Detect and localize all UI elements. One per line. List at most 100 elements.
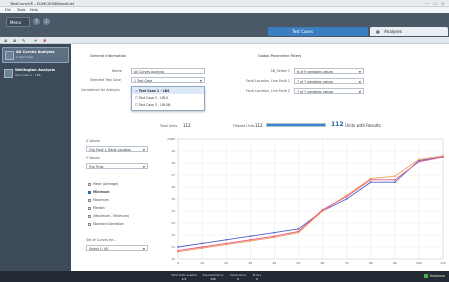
x-tick-label: 0 xyxy=(177,261,179,265)
chevron-down-icon: ▼ xyxy=(358,89,361,94)
status-total-units: Total Units Loaded 1/1 xyxy=(171,272,197,281)
toolbar: ≣ ≣ ✎ + ✖ xyxy=(0,37,449,44)
data-point xyxy=(273,235,276,238)
x-tick-label: 100 xyxy=(416,261,422,265)
add-icon[interactable]: + xyxy=(34,38,37,43)
sidebar-item-title: All Curves Analysis xyxy=(16,50,55,54)
y-values-select[interactable]: Trip Time ▼ xyxy=(86,163,148,169)
filter-select[interactable]: 7 of 7 variables values ▼ xyxy=(294,88,364,94)
data-point xyxy=(393,178,396,181)
x-tick-label: 110 xyxy=(440,261,446,265)
test-case-select[interactable]: 1 Test Case ▼ xyxy=(131,77,205,83)
stat-label: Standard Deviation xyxy=(93,222,124,226)
window-title: TestCrunch® - D:\MCSOM\Result.tsf xyxy=(10,1,75,6)
filter-select[interactable]: 6 of 9 variables values ▼ xyxy=(294,68,364,74)
tab-test-cases-label: Test Cases xyxy=(292,29,314,34)
data-point xyxy=(249,235,252,238)
stat-label: Median xyxy=(93,206,105,210)
data-point xyxy=(297,230,300,233)
data-point xyxy=(418,158,420,161)
stat-checkbox[interactable]: Maximum xyxy=(88,198,109,202)
data-point xyxy=(345,198,348,200)
status-ok-icon xyxy=(423,274,428,278)
menu-file[interactable]: File xyxy=(5,8,11,12)
x-values-select[interactable]: Clip Fault 1 (Fault Location ▼ xyxy=(86,146,148,152)
sidebar-item-title: Wellington Analysis xyxy=(15,68,55,72)
dropdown-option[interactable]: ✔ Test Case 1 - LBS xyxy=(132,87,204,94)
checkbox-icon xyxy=(88,206,91,210)
y-tick-label: 10 xyxy=(171,257,175,261)
x-tick-label: 80 xyxy=(369,261,373,265)
general-heading: General Information xyxy=(90,54,127,58)
filter-label: SB_Select 1 xyxy=(270,69,290,73)
data-point xyxy=(297,228,300,230)
filter-label: Fault Location, Line Fault 2 xyxy=(246,89,290,93)
test-case-label: Selected Test Case xyxy=(90,78,121,82)
status-errors: Errors 0 xyxy=(252,272,262,281)
list-alt-icon[interactable]: ≣ xyxy=(13,38,16,43)
sidebar: All Curves Analysis 1 Test Case Wellingt… xyxy=(0,44,71,271)
x-tick-label: 50 xyxy=(297,261,301,265)
menu-button[interactable]: Menu xyxy=(6,17,30,27)
chart-tab-icon: ▦ xyxy=(376,29,380,34)
filtered-units-label: Filtered Units xyxy=(233,124,255,128)
dropdown-option[interactable]: ☐ Test Case 2 - LRLS xyxy=(132,94,204,101)
stat-checkbox[interactable]: (Maximum - Minimum) xyxy=(88,214,129,218)
test-case-dropdown: ✔ Test Case 1 - LBS ☐ Test Case 2 - LRLS… xyxy=(131,86,205,111)
y-tick-label: 18 xyxy=(171,161,175,165)
analysis-icon xyxy=(5,51,14,60)
menu-help[interactable]: Help xyxy=(30,8,38,12)
x-values-label: X Values xyxy=(86,139,101,143)
data-point xyxy=(442,156,444,158)
results-count: 112 xyxy=(331,121,344,128)
delete-icon[interactable]: ✖ xyxy=(43,38,46,43)
data-point xyxy=(393,175,396,178)
filter-select[interactable]: 7 of 7 variables values ▼ xyxy=(294,78,364,84)
list-icon[interactable]: ≣ xyxy=(4,38,7,43)
chevron-down-icon: ▼ xyxy=(358,79,361,84)
name-input[interactable]: All Curves Analysis xyxy=(131,68,205,74)
data-point xyxy=(249,238,252,241)
y-tick-label: 12 xyxy=(171,233,175,237)
data-point xyxy=(369,181,372,184)
stat-checkbox[interactable]: Mean (Average) xyxy=(88,182,118,186)
progress-fill xyxy=(267,124,325,126)
checkbox-icon xyxy=(88,198,91,202)
stat-checkbox[interactable]: Standard Deviation xyxy=(88,222,124,226)
stat-checkbox[interactable]: Minimum xyxy=(88,190,110,194)
sidebar-item-wellington[interactable]: Wellington Analysis Test Case 1 - LBS xyxy=(2,66,69,82)
sidebar-item-all-curves[interactable]: All Curves Analysis 1 Test Case xyxy=(2,47,69,63)
edit-icon[interactable]: ✎ xyxy=(22,38,25,43)
set-of-curves-label: Set of Curves for... xyxy=(86,238,117,242)
stat-label: Minimum xyxy=(93,190,110,194)
set-of-curves-select[interactable]: Select 1: (8) ▼ xyxy=(86,245,148,251)
data-point xyxy=(418,160,420,163)
info-icon[interactable]: i xyxy=(43,18,50,25)
tab-test-cases[interactable]: Test Cases xyxy=(268,27,368,36)
y-tick-label: 19 xyxy=(171,149,175,153)
data-point xyxy=(369,178,372,181)
stat-label: Maximum xyxy=(93,198,109,202)
stat-label: (Maximum - Minimum) xyxy=(93,214,130,218)
considered-label: Considered for Analysis xyxy=(81,88,120,92)
hardware-status[interactable]: Hardware xyxy=(423,274,445,278)
filters-heading: Global Parameter Filters xyxy=(258,54,302,58)
y-tick-label: 15 xyxy=(171,197,175,201)
stat-label: Mean (Average) xyxy=(93,182,119,186)
data-point xyxy=(177,246,179,248)
menu-tools[interactable]: Tools xyxy=(17,8,25,12)
window-controls[interactable]: — ☐ ✕ xyxy=(425,1,446,6)
results-text: Units with Results xyxy=(345,123,381,128)
data-point xyxy=(225,238,228,241)
stat-checkbox[interactable]: Median xyxy=(88,206,105,210)
x-tick-label: 30 xyxy=(248,261,252,265)
x-tick-label: 90 xyxy=(393,261,397,265)
data-point xyxy=(225,242,228,245)
status-executed-runs: Executed Runs 336 xyxy=(202,272,224,281)
trip-time-chart: 10111213141516171819200 10 20 30 40 50 60 70 80 9… xyxy=(168,137,446,265)
help-icon[interactable]: ? xyxy=(33,18,40,25)
y-tick-label: 11 xyxy=(171,245,175,249)
tab-analyses[interactable]: ▦ Analyses xyxy=(370,27,448,36)
dropdown-option[interactable]: ☐ Test Case 3 - LRLSN xyxy=(132,101,204,108)
filter-label: Fault Location, Line Fault 1 xyxy=(246,79,290,83)
